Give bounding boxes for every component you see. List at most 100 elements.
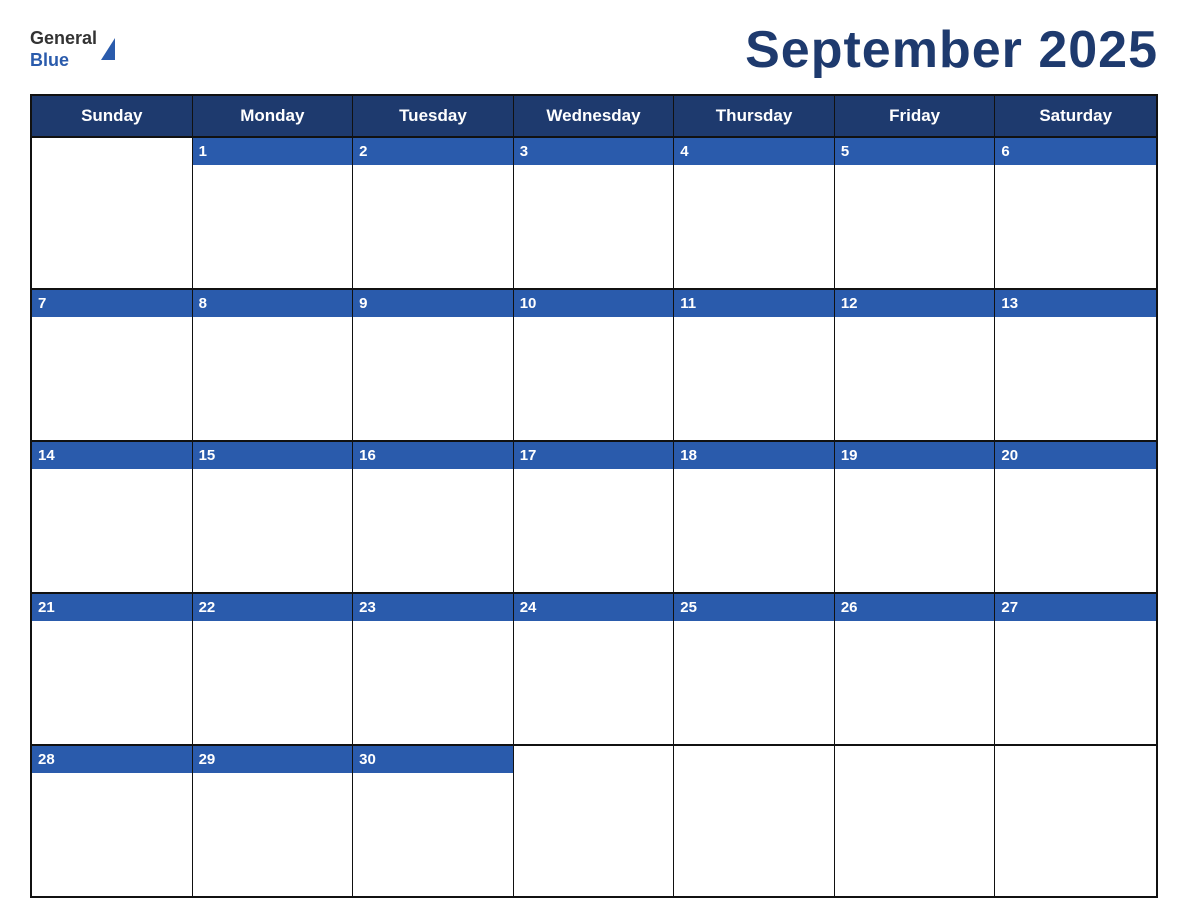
- day-content: [995, 621, 1156, 744]
- day-number: 1: [193, 138, 353, 165]
- day-cell[interactable]: 8: [193, 290, 354, 440]
- day-cell[interactable]: 24: [514, 594, 675, 744]
- day-content: [193, 773, 353, 896]
- day-number: 19: [835, 442, 995, 469]
- day-number: 23: [353, 594, 513, 621]
- day-cell[interactable]: 9: [353, 290, 514, 440]
- day-content: [32, 469, 192, 592]
- day-number: 22: [193, 594, 353, 621]
- day-cell[interactable]: 3: [514, 138, 675, 288]
- day-content: [32, 773, 192, 896]
- day-content: [353, 773, 513, 896]
- day-content: [674, 621, 834, 744]
- day-content: [674, 317, 834, 440]
- logo-general: General: [30, 28, 97, 50]
- day-cell[interactable]: 25: [674, 594, 835, 744]
- day-header-thursday: Thursday: [674, 96, 835, 136]
- day-number: 15: [193, 442, 353, 469]
- day-cell[interactable]: [514, 746, 675, 896]
- day-cell[interactable]: 27: [995, 594, 1156, 744]
- day-content: [32, 317, 192, 440]
- day-cell[interactable]: 17: [514, 442, 675, 592]
- day-headers: SundayMondayTuesdayWednesdayThursdayFrid…: [32, 96, 1156, 136]
- day-cell[interactable]: [674, 746, 835, 896]
- day-cell[interactable]: 28: [32, 746, 193, 896]
- day-number: 25: [674, 594, 834, 621]
- logo-text: General Blue: [30, 28, 97, 71]
- day-cell[interactable]: [995, 746, 1156, 896]
- day-cell[interactable]: 18: [674, 442, 835, 592]
- day-cell[interactable]: 10: [514, 290, 675, 440]
- day-content: [835, 773, 995, 896]
- day-number: 6: [995, 138, 1156, 165]
- week-row-4: 21222324252627: [32, 592, 1156, 744]
- day-cell[interactable]: [835, 746, 996, 896]
- header: General Blue September 2025: [30, 20, 1158, 80]
- day-number: 21: [32, 594, 192, 621]
- day-number: 13: [995, 290, 1156, 317]
- day-cell[interactable]: 21: [32, 594, 193, 744]
- day-cell[interactable]: 30: [353, 746, 514, 896]
- day-number: 26: [835, 594, 995, 621]
- day-content: [835, 621, 995, 744]
- week-row-1: 123456: [32, 136, 1156, 288]
- day-number: 5: [835, 138, 995, 165]
- day-cell[interactable]: 16: [353, 442, 514, 592]
- day-content: [835, 469, 995, 592]
- day-number: 9: [353, 290, 513, 317]
- day-number: 18: [674, 442, 834, 469]
- day-cell[interactable]: 20: [995, 442, 1156, 592]
- day-number: 20: [995, 442, 1156, 469]
- week-row-5: 282930: [32, 744, 1156, 896]
- calendar-body: 1234567891011121314151617181920212223242…: [32, 136, 1156, 896]
- day-cell[interactable]: 7: [32, 290, 193, 440]
- day-content: [835, 165, 995, 288]
- day-content: [193, 317, 353, 440]
- day-number: 14: [32, 442, 192, 469]
- day-content: [353, 165, 513, 288]
- day-cell[interactable]: 23: [353, 594, 514, 744]
- day-content: [514, 469, 674, 592]
- day-cell[interactable]: 14: [32, 442, 193, 592]
- day-header-monday: Monday: [193, 96, 354, 136]
- day-cell[interactable]: 5: [835, 138, 996, 288]
- day-content: [514, 317, 674, 440]
- day-content: [32, 621, 192, 744]
- day-number: 16: [353, 442, 513, 469]
- day-cell[interactable]: 13: [995, 290, 1156, 440]
- day-number: 4: [674, 138, 834, 165]
- day-cell[interactable]: 12: [835, 290, 996, 440]
- day-number: 3: [514, 138, 674, 165]
- week-row-2: 78910111213: [32, 288, 1156, 440]
- day-content: [193, 469, 353, 592]
- day-content: [674, 165, 834, 288]
- day-content: [995, 165, 1156, 288]
- day-content: [674, 773, 834, 896]
- page: General Blue September 2025 SundayMonday…: [0, 0, 1188, 918]
- calendar: SundayMondayTuesdayWednesdayThursdayFrid…: [30, 94, 1158, 898]
- day-content: [835, 317, 995, 440]
- day-cell[interactable]: 15: [193, 442, 354, 592]
- week-row-3: 14151617181920: [32, 440, 1156, 592]
- day-cell[interactable]: 6: [995, 138, 1156, 288]
- day-number: 2: [353, 138, 513, 165]
- day-cell[interactable]: 29: [193, 746, 354, 896]
- day-cell[interactable]: 11: [674, 290, 835, 440]
- day-cell[interactable]: 2: [353, 138, 514, 288]
- day-content: [32, 165, 192, 288]
- day-cell[interactable]: 4: [674, 138, 835, 288]
- day-content: [995, 773, 1156, 896]
- day-content: [193, 165, 353, 288]
- day-cell[interactable]: 22: [193, 594, 354, 744]
- day-cell[interactable]: [32, 138, 193, 288]
- day-number: 24: [514, 594, 674, 621]
- day-content: [353, 317, 513, 440]
- day-cell[interactable]: 1: [193, 138, 354, 288]
- day-content: [674, 469, 834, 592]
- day-content: [353, 621, 513, 744]
- day-cell[interactable]: 26: [835, 594, 996, 744]
- day-header-wednesday: Wednesday: [514, 96, 675, 136]
- day-cell[interactable]: 19: [835, 442, 996, 592]
- day-number: 12: [835, 290, 995, 317]
- day-content: [514, 621, 674, 744]
